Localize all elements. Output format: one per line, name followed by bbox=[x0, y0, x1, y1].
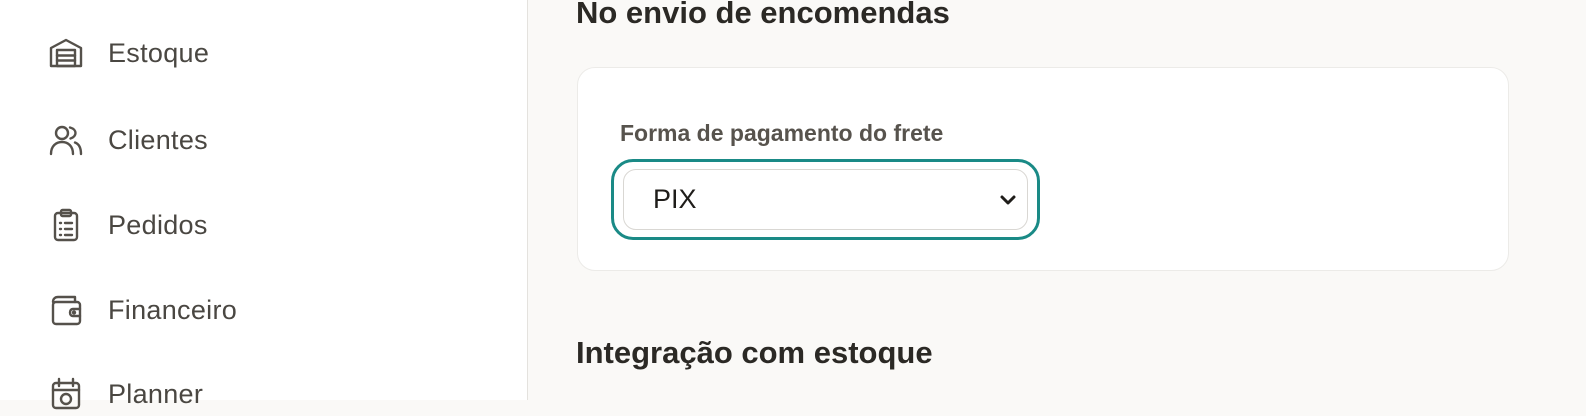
sidebar-item-financeiro[interactable]: Financeiro bbox=[48, 288, 478, 332]
freight-payment-label: Forma de pagamento do frete bbox=[620, 120, 944, 146]
freight-payment-select[interactable]: PIX bbox=[623, 169, 1028, 230]
sidebar-item-label: Clientes bbox=[108, 124, 208, 155]
sidebar-item-label: Financeiro bbox=[108, 294, 238, 325]
select-value: PIX bbox=[653, 184, 697, 214]
select-focus-ring: PIX bbox=[611, 159, 1040, 240]
sidebar-item-estoque[interactable]: Estoque bbox=[48, 31, 478, 75]
sidebar-item-clientes[interactable]: Clientes bbox=[48, 118, 478, 162]
users-icon bbox=[48, 120, 88, 160]
sidebar-item-label: Pedidos bbox=[108, 209, 208, 240]
chevron-down-icon bbox=[1000, 195, 1016, 205]
calendar-icon bbox=[48, 374, 88, 414]
inventory-section-title: Integração com estoque bbox=[576, 335, 933, 370]
freight-payment-card: Forma de pagamento do frete PIX bbox=[577, 67, 1509, 271]
wallet-icon bbox=[48, 290, 88, 330]
sidebar-item-label: Planner bbox=[108, 378, 204, 409]
clipboard-list-icon bbox=[48, 205, 88, 245]
main-content: No envio de encomendas Forma de pagament… bbox=[528, 0, 1586, 400]
shipping-section-title: No envio de encomendas bbox=[576, 0, 950, 30]
sidebar-item-label: Estoque bbox=[108, 37, 210, 68]
warehouse-icon bbox=[48, 33, 88, 73]
sidebar-item-planner[interactable]: Planner bbox=[48, 372, 478, 416]
sidebar-item-pedidos[interactable]: Pedidos bbox=[48, 203, 478, 247]
sidebar: Estoque Clientes Pedidos Financeiro Plan… bbox=[0, 0, 528, 410]
